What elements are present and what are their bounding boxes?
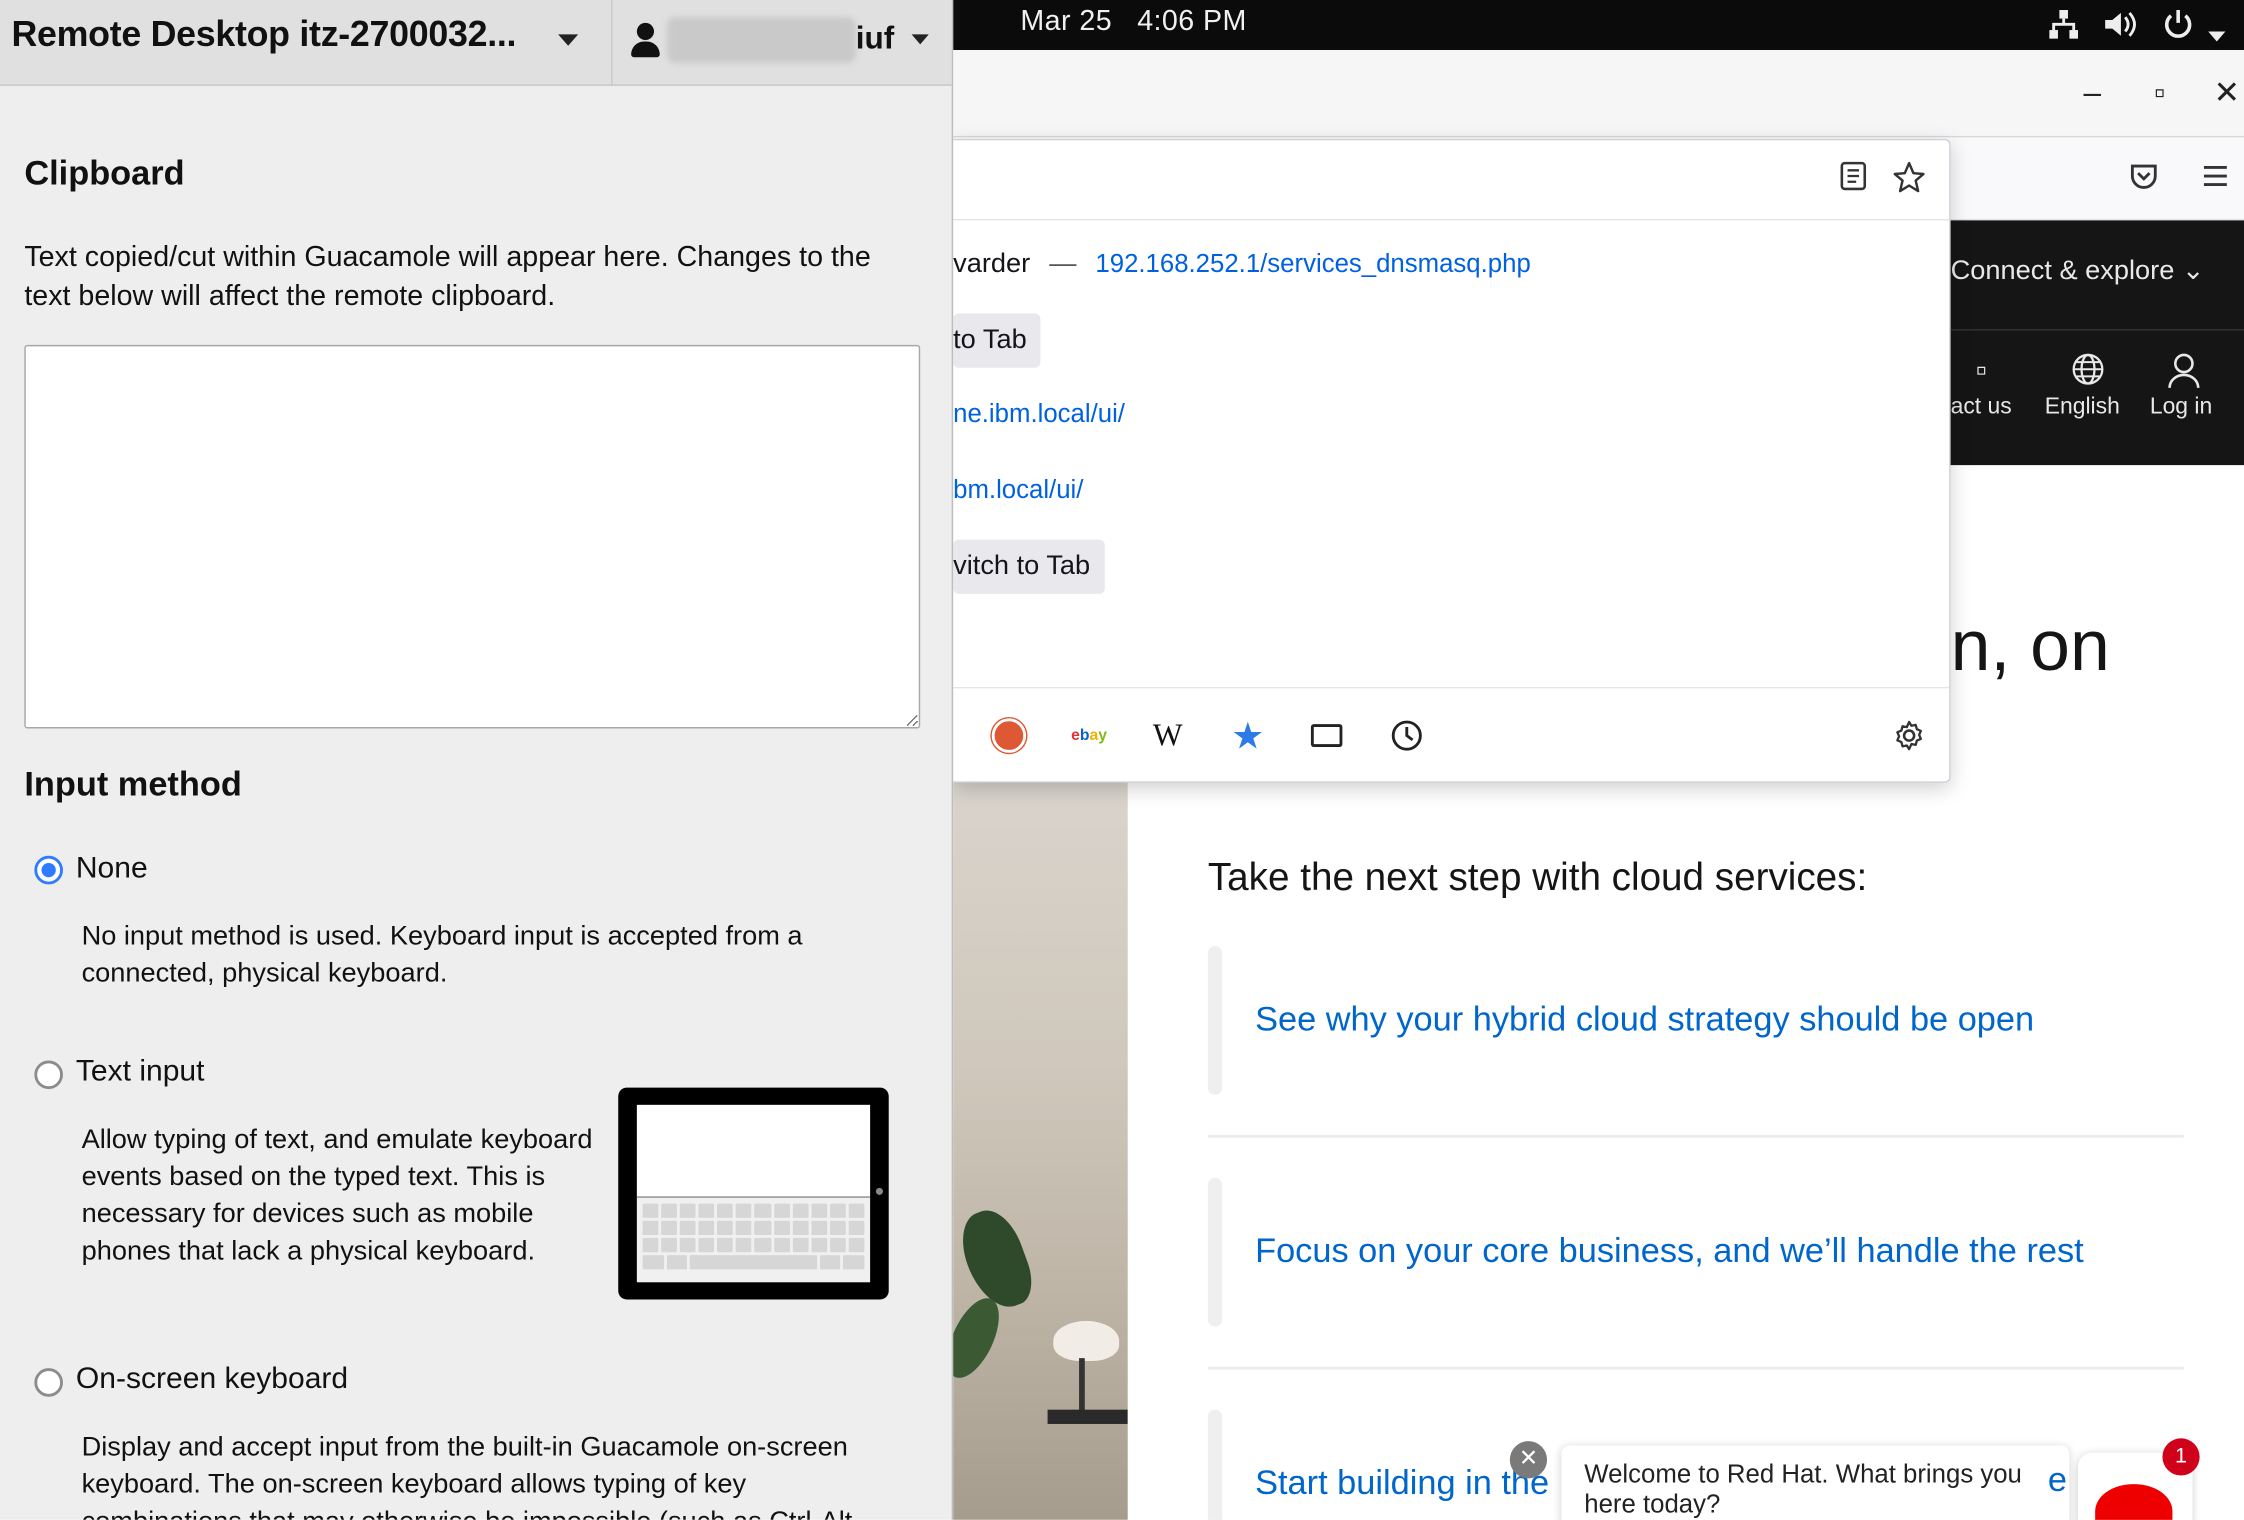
language-label: English	[2044, 394, 2120, 420]
connection-title[interactable]: Remote Desktop itz-2700032...	[11, 14, 516, 56]
guacamole-header: Remote Desktop itz-2700032... iuf	[0, 0, 952, 86]
power-icon[interactable]	[2161, 7, 2195, 41]
pocket-icon[interactable]	[2125, 160, 2162, 197]
switch-to-tab-button[interactable]: to Tab	[953, 313, 1042, 368]
urlbar-input-row[interactable]	[953, 140, 1950, 221]
clock[interactable]: Mar 25 4:06 PM	[1020, 6, 1246, 39]
user-menu-caret-icon[interactable]	[911, 34, 929, 45]
clipboard-textarea[interactable]	[24, 344, 921, 729]
duckduckgo-icon[interactable]	[987, 714, 1030, 757]
volume-icon[interactable]	[2101, 7, 2141, 41]
contact-label: act us	[1950, 394, 2012, 420]
search-settings-gear-icon[interactable]	[1888, 714, 1931, 757]
clipboard-heading: Clipboard	[24, 154, 185, 194]
option-description-text-input: Allow typing of text, and emulate keyboa…	[81, 1124, 593, 1267]
suggestion-url: 192.168.252.1/services_dnsmasq.php	[1095, 249, 1531, 278]
tablet-keyboard-illustration	[618, 1087, 889, 1300]
shell-sculpture	[1053, 1320, 1120, 1361]
menu-caret-icon[interactable]	[2207, 19, 2227, 53]
card-link[interactable]: Start building in the	[1255, 1464, 1549, 1504]
plant-leaf	[953, 1202, 1041, 1317]
reader-view-icon[interactable]	[1835, 160, 1872, 197]
search-shortcuts-bar: ebay W ★	[953, 686, 1950, 781]
card-link[interactable]: Focus on your core business, and we’ll h…	[1255, 1232, 2084, 1272]
chat-close-button[interactable]: ✕	[1509, 1441, 1548, 1479]
header-divider	[611, 0, 613, 86]
login-link[interactable]: Log in	[2147, 353, 2216, 421]
hero-heading-fragment: n, on	[1950, 605, 2110, 686]
radio-on-screen-keyboard[interactable]	[34, 1368, 63, 1397]
bookmarks-star-icon[interactable]: ★	[1226, 714, 1269, 757]
input-method-heading: Input method	[24, 765, 242, 805]
card-accent	[1207, 945, 1223, 1095]
gnome-top-bar: Mar 25 4:06 PM	[953, 0, 2244, 53]
option-label-none[interactable]: None	[76, 852, 148, 886]
close-button[interactable]: ✕	[2210, 75, 2244, 110]
redhat-nav: Connect & explore ⌄ ▫ act us English Log…	[1950, 220, 2244, 466]
user-icon	[2150, 352, 2219, 398]
radio-none[interactable]	[34, 855, 63, 885]
language-link[interactable]: English	[2039, 353, 2125, 421]
ebay-icon[interactable]: ebay	[1068, 714, 1111, 757]
redhat-logo-icon	[2095, 1484, 2173, 1520]
suggestion-url[interactable]: ne.ibm.local/ui/	[953, 399, 1125, 429]
clipboard-description: Text copied/cut within Guacamole will ap…	[24, 241, 871, 312]
guacamole-menu-panel: Remote Desktop itz-2700032... iuf Clipbo…	[0, 0, 954, 1520]
clock-time: 4:06 PM	[1137, 5, 1247, 38]
sculpture-base	[1047, 1409, 1128, 1424]
clock-date: Mar 25	[1020, 5, 1113, 38]
hero-photo	[953, 779, 1128, 1520]
radio-text-input[interactable]	[34, 1060, 63, 1090]
card-link[interactable]: See why your hybrid cloud strategy shoul…	[1255, 1000, 2034, 1040]
chat-notification-badge: 1	[2162, 1438, 2200, 1476]
network-icon[interactable]	[2047, 7, 2081, 41]
sculpture-stand	[1079, 1358, 1085, 1416]
connection-menu-caret-icon[interactable]	[558, 34, 579, 46]
option-description-on-screen-keyboard: Display and accept input from the built-…	[81, 1432, 853, 1520]
login-label: Log in	[2149, 394, 2213, 420]
connect-explore-menu[interactable]: Connect & explore ⌄	[1951, 255, 2205, 288]
suggestion-row[interactable]: varder — 192.168.252.1/services_dnsmasq.…	[953, 249, 1531, 280]
suggestion-url[interactable]: bm.local/ui/	[953, 475, 1083, 505]
redacted-username	[666, 17, 856, 63]
nav-divider	[1950, 329, 2244, 331]
card-accent	[1207, 1409, 1223, 1520]
card-link-trailing: e	[2047, 1461, 2068, 1500]
contact-us-link[interactable]: ▫ act us	[1950, 352, 2012, 421]
suggestion-title: varder	[953, 249, 1031, 280]
username-suffix[interactable]: iuf	[856, 20, 894, 57]
minimize-button[interactable]: –	[2075, 75, 2109, 110]
card-accent	[1207, 1177, 1223, 1327]
bookmark-star-icon[interactable]	[1891, 160, 1928, 197]
suggestion-separator: —	[1049, 249, 1077, 280]
option-label-on-screen-keyboard[interactable]: On-screen keyboard	[76, 1362, 348, 1396]
history-clock-icon[interactable]	[1385, 714, 1428, 757]
cloud-card[interactable]: See why your hybrid cloud strategy shoul…	[1207, 945, 2184, 1103]
chat-welcome-bubble[interactable]: Welcome to Red Hat. What brings you here…	[1561, 1445, 2070, 1520]
contact-icon: ▫	[1975, 352, 1987, 388]
globe-icon	[2045, 352, 2131, 395]
window-titlebar: – ▫ ✕	[953, 50, 2244, 138]
hamburger-menu-icon[interactable]	[2197, 160, 2234, 197]
user-icon	[630, 22, 661, 60]
card-divider	[1207, 1366, 2184, 1370]
chat-message: Welcome to Red Hat. What brings you here…	[1584, 1459, 2022, 1519]
cloud-card[interactable]: Focus on your core business, and we’ll h…	[1207, 1177, 2184, 1335]
urlbar-dropdown: varder — 192.168.252.1/services_dnsmasq.…	[953, 138, 1951, 783]
next-step-heading: Take the next step with cloud services:	[1207, 855, 1868, 899]
tabs-icon[interactable]	[1305, 714, 1348, 757]
option-label-text-input[interactable]: Text input	[76, 1055, 205, 1089]
option-description-none: No input method is used. Keyboard input …	[81, 921, 803, 989]
wikipedia-icon[interactable]: W	[1146, 714, 1189, 757]
card-divider	[1207, 1134, 2184, 1138]
switch-to-tab-button[interactable]: vitch to Tab	[953, 539, 1105, 594]
maximize-button[interactable]: ▫	[2142, 75, 2176, 110]
